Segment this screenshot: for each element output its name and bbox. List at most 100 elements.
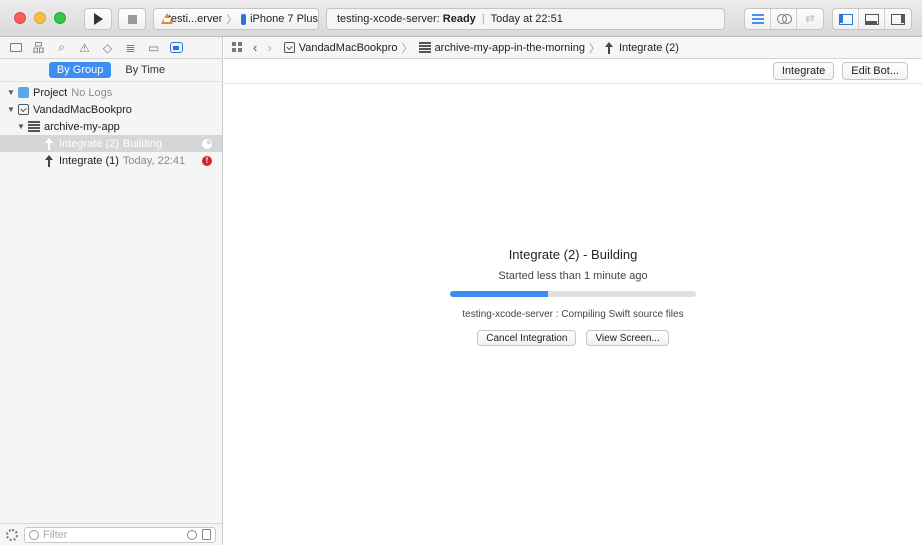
- tree-row-project[interactable]: ▼ Project No Logs: [0, 84, 222, 101]
- navigator-tabs: 品 ⌕ ⚠ ◇ ≣ ▭: [0, 37, 222, 59]
- toggle-navigator-button[interactable]: [833, 9, 859, 29]
- editor-divider: [224, 83, 922, 84]
- group-mode-toggle: By Group By Time: [0, 59, 222, 82]
- test-navigator-tab[interactable]: ◇: [98, 40, 117, 56]
- activity-time: Today at 22:51: [490, 13, 563, 25]
- filter-input[interactable]: Filter: [24, 526, 216, 543]
- by-time-button[interactable]: By Time: [117, 62, 173, 78]
- integration-status-text: testing-xcode-server : Compiling Swift s…: [462, 309, 684, 320]
- find-navigator-tab[interactable]: ⌕: [52, 40, 71, 56]
- project-navigator-tab[interactable]: [6, 40, 25, 56]
- panel-visibility-control: [832, 8, 912, 30]
- filter-icon: [29, 529, 39, 540]
- issue-navigator-tab[interactable]: ⚠: [75, 40, 94, 56]
- disclosure-triangle-icon[interactable]: ▼: [16, 122, 26, 131]
- activity-server: testing-xcode-server:: [337, 13, 440, 25]
- report-icon: [170, 42, 183, 53]
- editor-actions: Integrate Edit Bot...: [772, 62, 908, 80]
- hierarchy-icon: 品: [32, 41, 45, 55]
- breadcrumb: VandadMacBookpro 〉 archive-my-app-in-the…: [282, 40, 679, 56]
- run-button[interactable]: [84, 8, 112, 30]
- integration-icon: [604, 41, 614, 54]
- minimize-window-button[interactable]: [34, 12, 46, 24]
- view-screen-button[interactable]: View Screen...: [586, 330, 669, 346]
- diamond-icon: ◇: [102, 40, 113, 55]
- play-icon: [93, 13, 103, 25]
- tree-row-note: Building: [122, 137, 163, 150]
- toggle-debug-area-button[interactable]: [859, 9, 885, 29]
- tree-row-bot[interactable]: ▼ VandadMacBookpro: [0, 101, 222, 118]
- integration-subtitle: Started less than 1 minute ago: [498, 270, 648, 282]
- related-items-icon[interactable]: [232, 42, 243, 53]
- integration-title: Integrate (2) - Building: [508, 247, 638, 262]
- breadcrumb-item[interactable]: Integrate (2): [619, 42, 679, 54]
- tree-row-scheme[interactable]: ▼ archive-my-app: [0, 118, 222, 135]
- in-progress-icon: [202, 138, 212, 149]
- chevron-right-icon: 〉: [226, 14, 238, 26]
- tree-row-note: Today, 22:41: [122, 154, 186, 167]
- chevron-right-icon: 〉: [588, 42, 600, 55]
- disclosure-triangle-icon[interactable]: ▼: [6, 88, 16, 97]
- project-icon: [18, 87, 29, 98]
- bottom-panel-icon: [864, 13, 879, 25]
- tree-row-integration-1[interactable]: Integrate (1) Today, 22:41 !: [0, 152, 222, 169]
- assistant-editor-button[interactable]: [771, 9, 797, 29]
- window-toolbar: testi...erver 〉 iPhone 7 Plus testing-xc…: [0, 0, 922, 37]
- document-filter-icon[interactable]: [202, 529, 211, 540]
- close-window-button[interactable]: [14, 12, 26, 24]
- error-icon: !: [202, 155, 212, 166]
- by-group-button[interactable]: By Group: [48, 62, 112, 78]
- integration-status-panel: Integrate (2) - Building Started less th…: [224, 247, 922, 346]
- gear-icon[interactable]: [6, 528, 18, 541]
- integrate-button[interactable]: Integrate: [772, 62, 835, 80]
- tree-row-label: archive-my-app: [44, 120, 120, 133]
- edit-bot-button[interactable]: Edit Bot...: [842, 62, 908, 80]
- symbol-navigator-tab[interactable]: 品: [29, 40, 48, 56]
- tree-row-note: No Logs: [71, 86, 113, 99]
- forward-arrow-icon[interactable]: ›: [267, 40, 271, 55]
- tree-row-label: VandadMacBookpro: [33, 103, 132, 116]
- search-icon: ⌕: [58, 40, 65, 54]
- integration-icon: [44, 137, 54, 150]
- chevron-right-icon: 〉: [401, 42, 413, 55]
- breadcrumb-item[interactable]: VandadMacBookpro: [299, 42, 398, 54]
- server-icon: [418, 42, 431, 53]
- navigator-filter-bar: Filter: [0, 523, 222, 545]
- jump-bar: ‹ › VandadMacBookpro 〉 archive-my-app-in…: [224, 37, 922, 59]
- version-editor-button[interactable]: ⇄: [797, 9, 823, 29]
- cancel-integration-button[interactable]: Cancel Integration: [477, 330, 577, 346]
- bot-icon: [18, 104, 29, 115]
- warning-icon: ⚠: [79, 40, 90, 55]
- integration-actions: Cancel Integration View Screen...: [224, 330, 922, 346]
- breakpoint-navigator-tab[interactable]: ▭: [144, 40, 163, 56]
- progress-fill: [450, 291, 549, 297]
- left-panel-icon: [838, 13, 853, 25]
- breadcrumb-item[interactable]: archive-my-app-in-the-morning: [435, 42, 585, 54]
- activity-viewer: testing-xcode-server: Ready | Today at 2…: [326, 8, 725, 30]
- scheme-selector[interactable]: testi...erver 〉 iPhone 7 Plus: [153, 8, 319, 30]
- back-arrow-icon[interactable]: ‹: [253, 40, 257, 55]
- assistant-editor-icon: [776, 13, 792, 25]
- device-name: iPhone 7 Plus: [250, 13, 318, 25]
- breakpoint-icon: ▭: [147, 40, 160, 55]
- toggle-inspector-button[interactable]: [885, 9, 911, 29]
- server-icon: [28, 121, 40, 132]
- gauge-icon: ≣: [125, 40, 136, 55]
- debug-navigator-tab[interactable]: ≣: [121, 40, 140, 56]
- integration-progress-bar: [450, 291, 696, 297]
- tree-row-integration-2[interactable]: Integrate (2) Building: [0, 135, 222, 152]
- integration-editor: Integrate Edit Bot... Integrate (2) - Bu…: [224, 59, 922, 545]
- stop-button[interactable]: [118, 8, 146, 30]
- activity-divider: |: [481, 13, 485, 25]
- device-icon: [241, 13, 247, 25]
- disclosure-triangle-icon[interactable]: ▼: [6, 105, 16, 114]
- tree-row-label: Integrate (1): [59, 154, 119, 167]
- version-editor-icon: ⇄: [805, 13, 815, 25]
- activity-state: Ready: [442, 13, 476, 25]
- standard-editor-button[interactable]: [745, 9, 771, 29]
- standard-editor-icon: [751, 14, 764, 24]
- recent-filter-icon[interactable]: [187, 529, 197, 540]
- app-scheme-icon: [160, 13, 173, 25]
- zoom-window-button[interactable]: [54, 12, 66, 24]
- report-navigator-tab[interactable]: [167, 40, 186, 56]
